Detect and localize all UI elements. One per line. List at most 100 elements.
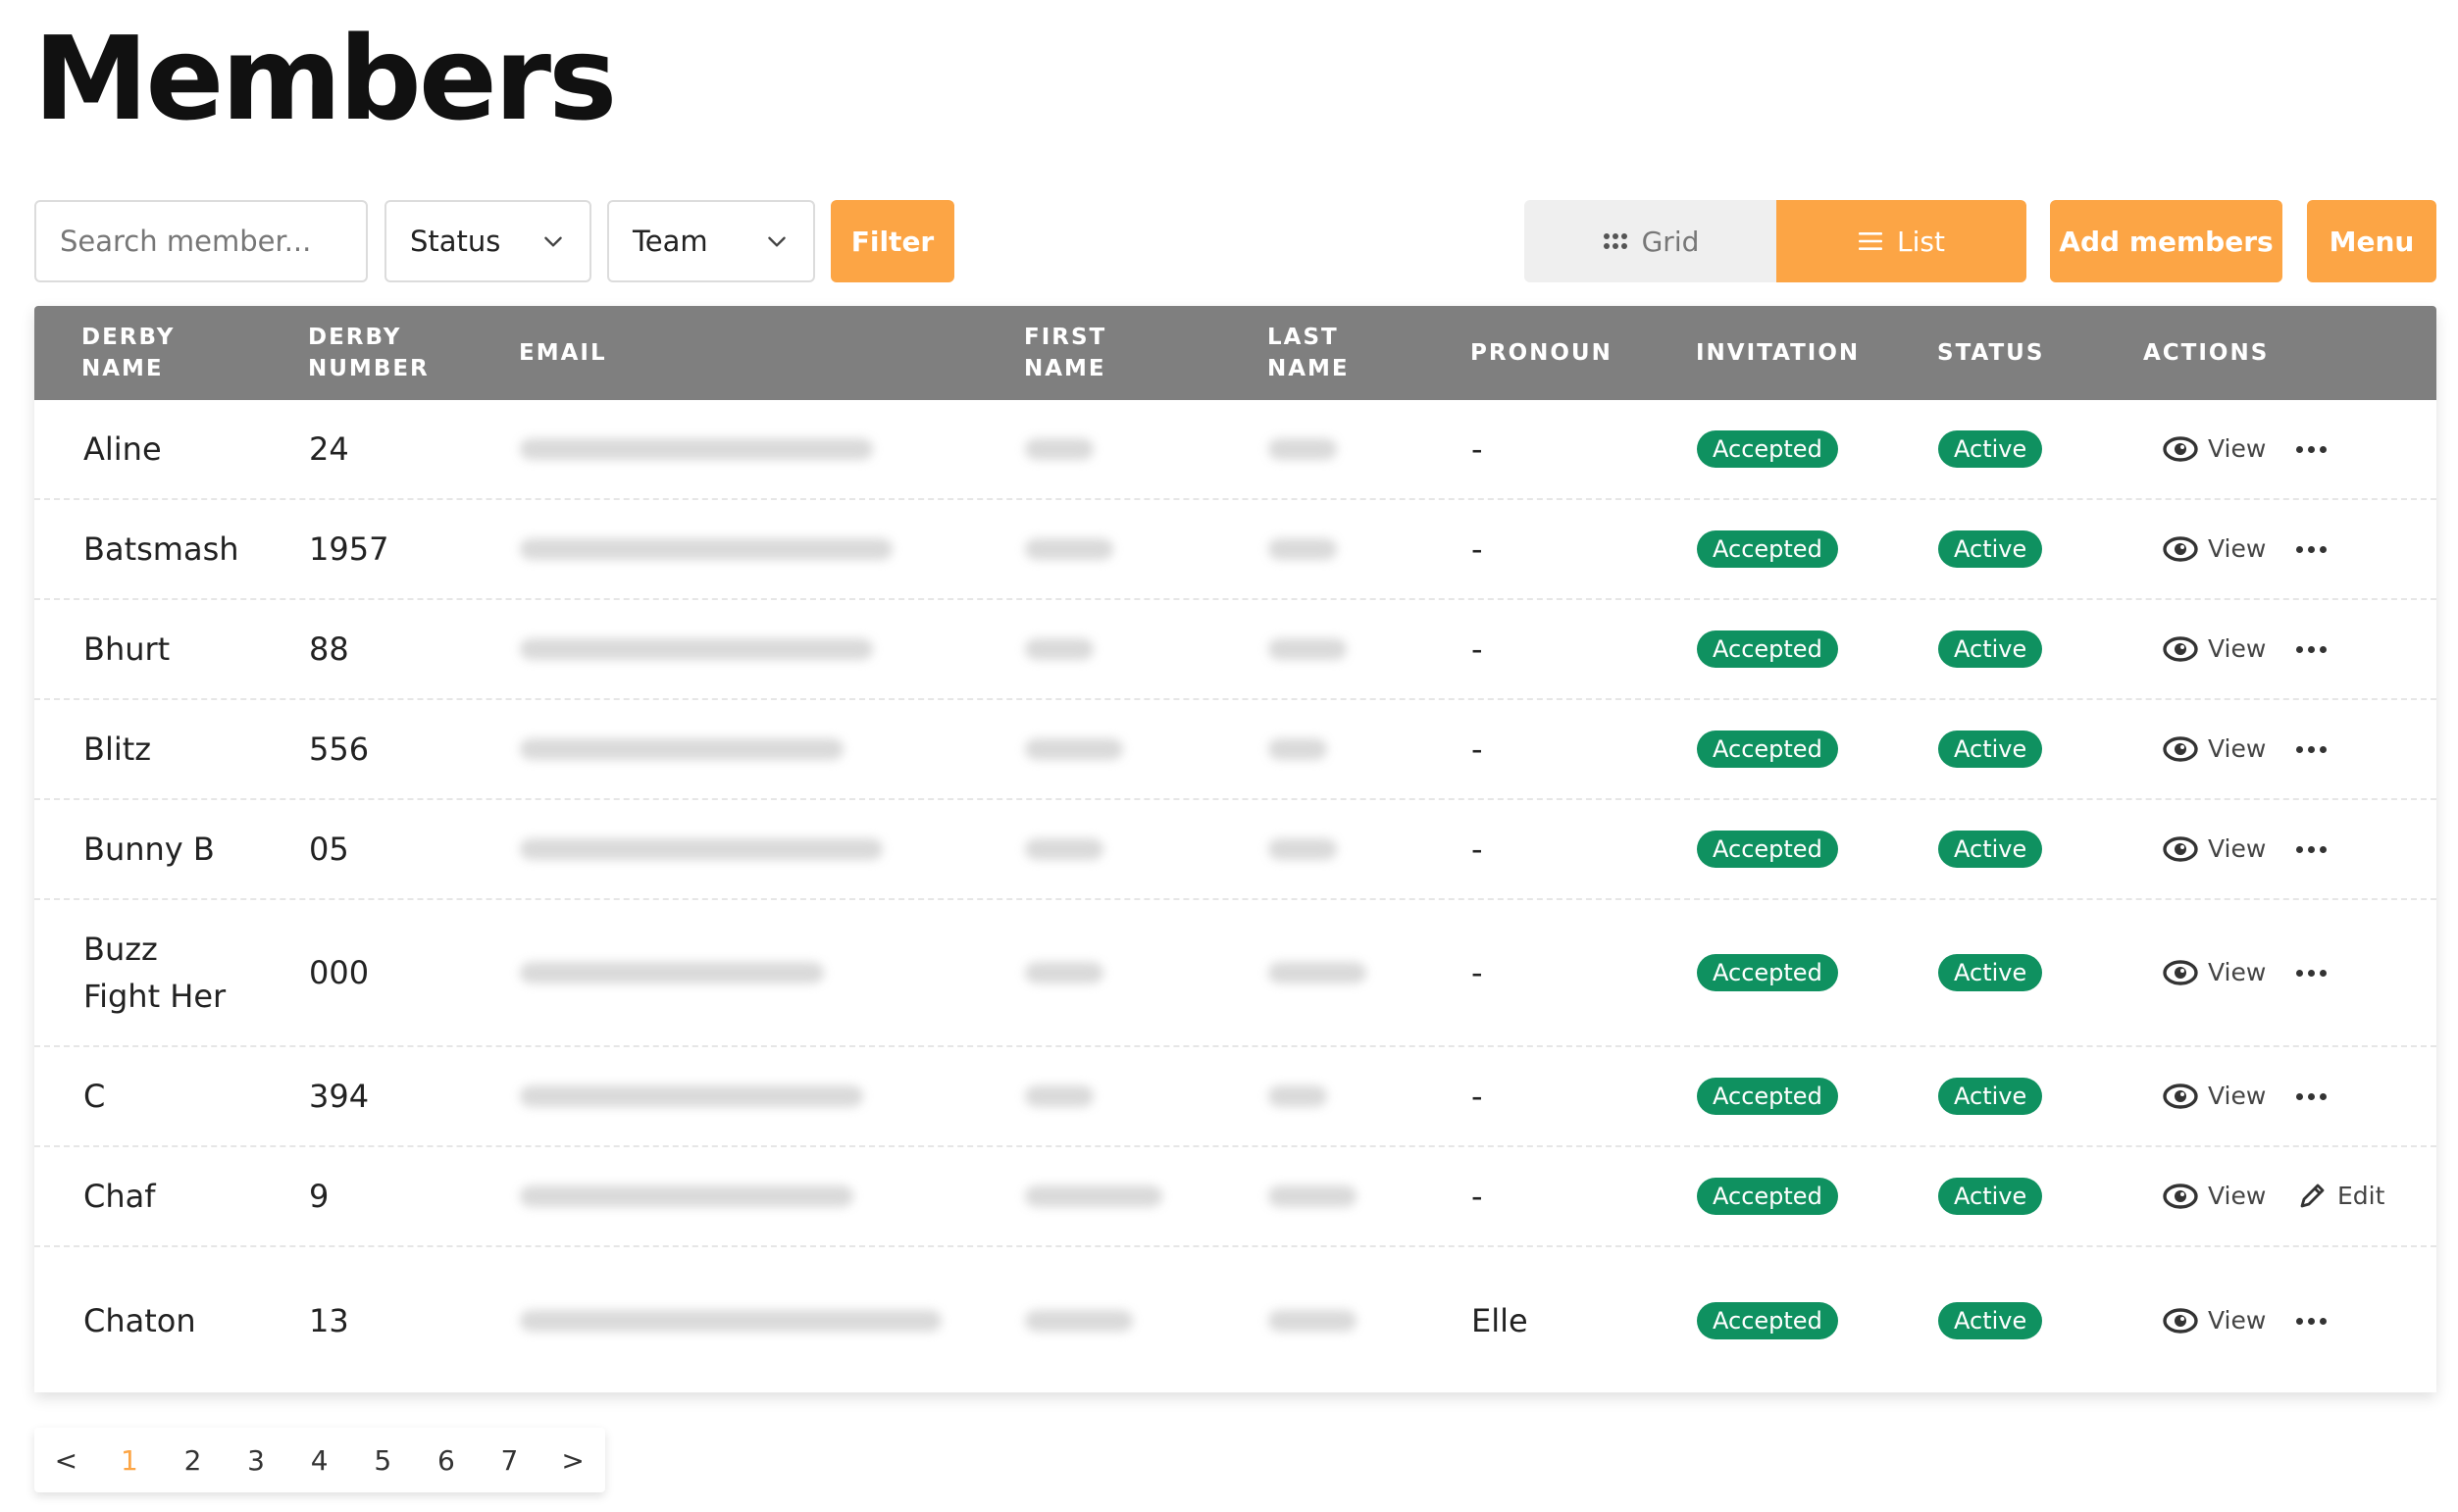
view-button[interactable]: View — [2163, 949, 2266, 996]
more-options-icon[interactable] — [2296, 545, 2327, 553]
view-button[interactable]: View — [2163, 626, 2266, 673]
status-cell: Active — [1938, 500, 2043, 598]
pagination-page[interactable]: 3 — [225, 1444, 288, 1477]
more-options-icon[interactable] — [2296, 845, 2327, 853]
view-button[interactable]: View — [2163, 526, 2266, 573]
actions-cell: View — [2163, 400, 2266, 498]
pronoun-cell: Elle — [1471, 1302, 1528, 1339]
invitation-cell: Accepted — [1697, 600, 1838, 698]
view-label: View — [2208, 434, 2267, 463]
filter-button[interactable]: Filter — [831, 200, 954, 282]
eye-icon — [2163, 836, 2198, 862]
pronoun-cell: - — [1471, 530, 1483, 568]
last-name-cell — [1268, 800, 1337, 898]
invitation-cell: Accepted — [1697, 900, 1838, 1045]
more-options-icon[interactable] — [2296, 645, 2327, 653]
pronoun-cell: - — [1471, 954, 1483, 991]
view-button[interactable]: View — [2163, 1297, 2266, 1344]
more-options-icon[interactable] — [2296, 969, 2327, 977]
table-row: Bhurt 88 - Accepted Active View — [34, 600, 2436, 700]
actions-secondary-cell — [2296, 600, 2327, 698]
edit-button[interactable]: Edit — [2296, 1173, 2384, 1220]
more-options-icon[interactable] — [2296, 1317, 2327, 1325]
pagination-next[interactable]: > — [541, 1444, 605, 1477]
status-cell: Active — [1938, 700, 2043, 798]
first-name-cell — [1025, 1247, 1133, 1394]
status-select[interactable]: Status — [384, 200, 591, 282]
add-members-button[interactable]: Add members — [2050, 200, 2282, 282]
view-button[interactable]: View — [2163, 726, 2266, 773]
team-select[interactable]: Team — [607, 200, 815, 282]
first-name-cell — [1025, 1047, 1094, 1145]
actions-secondary-cell — [2296, 400, 2327, 498]
more-options-icon[interactable] — [2296, 1092, 2327, 1100]
redacted-first-name — [1025, 1310, 1133, 1332]
email-cell — [520, 400, 873, 498]
menu-button[interactable]: Menu — [2307, 200, 2436, 282]
redacted-email — [520, 1310, 942, 1332]
email-cell — [520, 800, 883, 898]
actions-cell: View — [2163, 1047, 2266, 1145]
redacted-email — [520, 638, 873, 660]
more-options-icon[interactable] — [2296, 445, 2327, 453]
view-button[interactable]: View — [2163, 1173, 2266, 1220]
pronoun-cell: - — [1471, 731, 1483, 768]
last-name-cell — [1268, 1047, 1327, 1145]
derby-number-cell: 556 — [309, 731, 370, 768]
view-label: View — [2208, 634, 2267, 663]
redacted-last-name — [1268, 738, 1327, 760]
pagination-page[interactable]: 5 — [351, 1444, 415, 1477]
more-options-icon[interactable] — [2296, 745, 2327, 753]
redacted-last-name — [1268, 1310, 1357, 1332]
table-row: Chaton 13 Elle Accepted Active View — [34, 1247, 2436, 1394]
last-name-cell — [1268, 500, 1337, 598]
list-view-button[interactable]: List — [1776, 200, 2026, 282]
status-select-label: Status — [410, 225, 501, 258]
filter-button-label: Filter — [850, 225, 935, 258]
last-name-cell — [1268, 600, 1347, 698]
pagination-page[interactable]: 7 — [478, 1444, 541, 1477]
email-cell — [520, 500, 893, 598]
table-row: Buzz Fight Her 000 - Accepted Active View — [34, 900, 2436, 1047]
actions-cell: View — [2163, 800, 2266, 898]
last-name-cell — [1268, 400, 1337, 498]
view-button[interactable]: View — [2163, 426, 2266, 473]
view-button[interactable]: View — [2163, 1073, 2266, 1120]
invitation-badge: Accepted — [1697, 630, 1838, 668]
view-button[interactable]: View — [2163, 826, 2266, 873]
eye-icon — [2163, 1184, 2198, 1209]
invitation-badge: Accepted — [1697, 1078, 1838, 1115]
view-label: View — [2208, 734, 2267, 763]
invitation-badge: Accepted — [1697, 1302, 1838, 1339]
redacted-last-name — [1268, 962, 1366, 983]
status-badge: Active — [1938, 1302, 2043, 1339]
grid-view-button[interactable]: Grid — [1524, 200, 1777, 282]
status-cell: Active — [1938, 600, 2043, 698]
pagination-prev[interactable]: < — [34, 1444, 98, 1477]
menu-button-label: Menu — [2329, 225, 2415, 258]
status-badge: Active — [1938, 530, 2043, 568]
view-label: View — [2208, 1306, 2267, 1335]
first-name-cell — [1025, 1147, 1162, 1245]
first-name-cell — [1025, 700, 1123, 798]
redacted-first-name — [1025, 1085, 1094, 1107]
pagination-page[interactable]: 4 — [287, 1444, 351, 1477]
pagination-page[interactable]: 1 — [98, 1444, 162, 1477]
status-badge: Active — [1938, 731, 2043, 768]
pagination-page[interactable]: 2 — [161, 1444, 225, 1477]
redacted-last-name — [1268, 838, 1337, 860]
eye-icon — [2163, 1084, 2198, 1109]
pagination-page[interactable]: 6 — [415, 1444, 479, 1477]
status-badge: Active — [1938, 1078, 2043, 1115]
actions-secondary-cell — [2296, 500, 2327, 598]
invitation-badge: Accepted — [1697, 831, 1838, 868]
status-badge: Active — [1938, 430, 2043, 468]
redacted-last-name — [1268, 538, 1337, 560]
status-cell: Active — [1938, 400, 2043, 498]
pencil-icon — [2300, 1184, 2325, 1208]
table-row: Batsmash 1957 - Accepted Active View — [34, 500, 2436, 600]
search-input[interactable] — [34, 200, 368, 282]
pronoun-cell: - — [1471, 1178, 1483, 1215]
redacted-last-name — [1268, 1185, 1357, 1207]
eye-icon — [2163, 536, 2198, 562]
